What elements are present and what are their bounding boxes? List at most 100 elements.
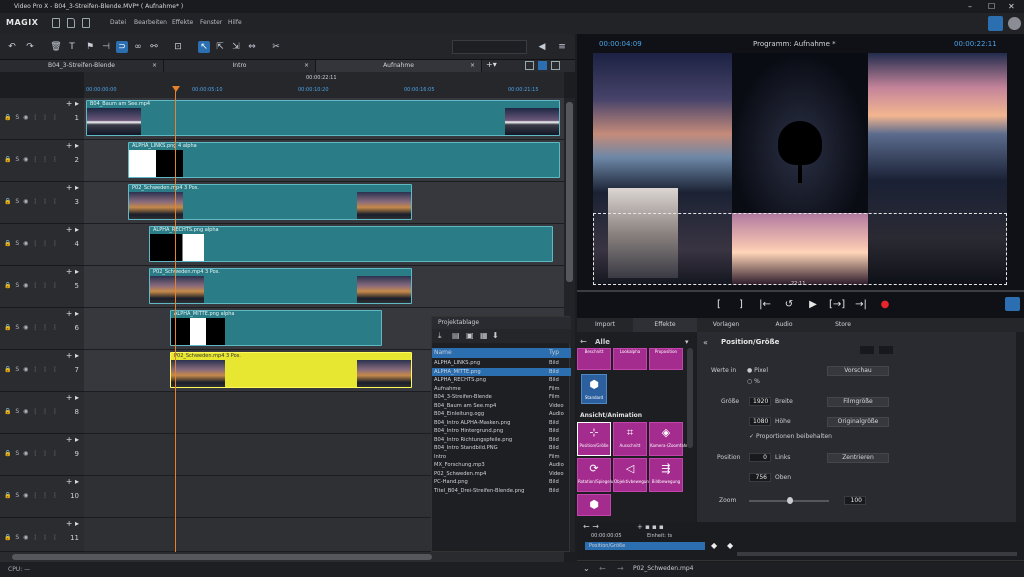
keyframe-scrollbar[interactable] bbox=[737, 552, 1017, 556]
track-header[interactable]: + ▸ 🔒 S ◉ ⋮ ⋮ ⋮ 1 bbox=[0, 98, 84, 140]
maximize-icon[interactable]: ☐ bbox=[988, 0, 995, 13]
mark-out-button[interactable]: ] bbox=[733, 299, 749, 310]
record-button[interactable]: ● bbox=[877, 299, 893, 310]
menu-datei[interactable]: Datei bbox=[110, 19, 126, 26]
project-bin-row[interactable]: B04_Intro Richtungspfeile.png Bild bbox=[432, 436, 571, 445]
menu-bearbeiten[interactable]: Bearbeiten bbox=[134, 19, 167, 26]
timeline-ruler[interactable]: 00:00:22:11 00:00:00:00 00:00:05:10 00:0… bbox=[84, 72, 564, 98]
effect-position-groesse[interactable]: ⊹ Position/Größe bbox=[577, 422, 611, 456]
add-icon[interactable]: + ▸ bbox=[66, 309, 79, 318]
col-name[interactable]: Name bbox=[434, 349, 452, 356]
collapse-icon[interactable]: « bbox=[703, 338, 708, 347]
effect-item[interactable]: Proposition bbox=[649, 348, 683, 370]
video-preview[interactable] bbox=[593, 53, 1007, 285]
links-input[interactable]: 0 bbox=[749, 453, 771, 462]
add-icon[interactable]: + ▸ bbox=[66, 267, 79, 276]
effect-kamera-zoomfahrt[interactable]: ◈ Kamera-/Zoomfahrt bbox=[649, 422, 689, 456]
playhead[interactable] bbox=[175, 86, 176, 552]
track-header[interactable]: + ▸ 🔒 S ◉ ⋮ ⋮ ⋮ 11 bbox=[0, 518, 84, 552]
tab-b04-3-streifen-blende[interactable]: B04_3-Streifen-Blende × bbox=[0, 60, 164, 72]
effect-standard[interactable]: ⬢ Standard bbox=[581, 374, 607, 404]
menu-hilfe[interactable]: Hilfe bbox=[228, 19, 242, 26]
effect-item[interactable]: Lookalpha bbox=[613, 348, 647, 370]
project-bin-row[interactable]: B04_Baum am See.mp4 Video bbox=[432, 402, 571, 411]
add-icon[interactable]: + ▸ bbox=[66, 477, 79, 486]
keyframe-diamond-icon[interactable]: ◆ bbox=[727, 541, 733, 550]
col-type[interactable]: Typ bbox=[549, 349, 559, 356]
next-marker-button[interactable]: →| bbox=[853, 299, 869, 310]
selection-frame[interactable] bbox=[593, 213, 1007, 285]
project-bin-row[interactable]: Titel_B04_Drei-Streifen-Blende.png Bild bbox=[432, 487, 571, 496]
track-lane[interactable]: P02_Schweden.mp4 3 Pos. bbox=[84, 266, 564, 308]
track-lane[interactable]: P02_Schweden.mp4 3 Pos. bbox=[84, 182, 564, 224]
percent-radio[interactable]: ○ % bbox=[747, 378, 760, 385]
undo-icon[interactable]: ↶ bbox=[6, 41, 18, 53]
move-down-icon[interactable]: ⬇ bbox=[492, 331, 499, 340]
tab-intro[interactable]: Intro × bbox=[164, 60, 316, 72]
nav-arrows-icon[interactable]: ← → bbox=[583, 522, 599, 531]
vorschau-button[interactable]: Vorschau bbox=[827, 366, 889, 376]
breite-input[interactable]: 1920 bbox=[749, 397, 771, 406]
magnet-icon[interactable]: ⊃ bbox=[116, 41, 128, 53]
proportionen-checkbox[interactable]: ✓ Proportionen beibehalten bbox=[749, 433, 832, 440]
track-header[interactable]: + ▸ 🔒 S ◉ ⋮ ⋮ ⋮ 5 bbox=[0, 266, 84, 308]
track-header[interactable]: + ▸ 🔒 S ◉ ⋮ ⋮ ⋮ 6 bbox=[0, 308, 84, 350]
scroll-thumb[interactable] bbox=[12, 554, 432, 560]
project-bin-row[interactable]: Aufnahme Film bbox=[432, 385, 571, 394]
tab-effekte[interactable]: Effekte bbox=[633, 318, 697, 332]
storyboard-mode-icon[interactable] bbox=[551, 61, 560, 70]
track-header[interactable]: + ▸ 🔒 S ◉ ⋮ ⋮ ⋮ 8 bbox=[0, 392, 84, 434]
add-tab-icon[interactable]: +▾ bbox=[486, 60, 497, 69]
track-controls[interactable]: 🔒 S ◉ ⋮ ⋮ ⋮ bbox=[4, 156, 59, 163]
range-pointer-icon[interactable]: ⇱ bbox=[214, 41, 226, 53]
settings-gear-icon[interactable] bbox=[1008, 17, 1021, 30]
track-controls[interactable]: 🔒 S ◉ ⋮ ⋮ ⋮ bbox=[4, 408, 59, 415]
project-bin-row[interactable]: B04_Einleitung.ogg Audio bbox=[432, 410, 571, 419]
hoehe-input[interactable]: 1080 bbox=[749, 417, 771, 426]
tab-import[interactable]: Import bbox=[577, 318, 633, 332]
project-bin-row[interactable]: PC-Hand.png Bild bbox=[432, 478, 571, 487]
close-tab-icon[interactable]: × bbox=[304, 60, 309, 72]
unlink-icon[interactable]: ⚯ bbox=[148, 41, 160, 53]
volume-icon[interactable]: ◀ bbox=[536, 41, 548, 53]
marker-icon[interactable]: ⚑ bbox=[84, 41, 96, 53]
track-header[interactable]: + ▸ 🔒 S ◉ ⋮ ⋮ ⋮ 2 bbox=[0, 140, 84, 182]
next-frame-button[interactable]: [→] bbox=[829, 299, 845, 310]
track-controls[interactable]: 🔒 S ◉ ⋮ ⋮ ⋮ bbox=[4, 534, 59, 541]
track-header[interactable]: + ▸ 🔒 S ◉ ⋮ ⋮ ⋮ 3 bbox=[0, 182, 84, 224]
chevron-down-icon[interactable]: ⌄ bbox=[583, 564, 590, 573]
project-bin-row[interactable]: ALPHA_LINKS.png Bild bbox=[432, 359, 571, 368]
project-bin-row[interactable]: B04_3-Streifen-Blende Film bbox=[432, 393, 571, 402]
effect-bildbewegung[interactable]: ⇶ Bildbewegung bbox=[649, 458, 683, 492]
video-clip[interactable]: B04_Baum am See.mp4 bbox=[86, 100, 560, 136]
mixer-icon[interactable]: ≡ bbox=[556, 41, 568, 53]
fullscreen-button[interactable] bbox=[1005, 297, 1020, 311]
add-icon[interactable]: + ▸ bbox=[66, 99, 79, 108]
mark-in-button[interactable]: [ bbox=[711, 299, 727, 310]
menu-effekte[interactable]: Effekte bbox=[172, 19, 193, 26]
track-controls[interactable]: 🔒 S ◉ ⋮ ⋮ ⋮ bbox=[4, 240, 59, 247]
razor-icon[interactable]: ✂ bbox=[270, 41, 282, 53]
kf-icons[interactable]: + ▪ ▪ ▪ bbox=[637, 523, 664, 531]
playhead-handle-icon[interactable] bbox=[172, 86, 180, 92]
add-icon[interactable]: + ▸ bbox=[66, 519, 79, 528]
track-controls[interactable]: 🔒 S ◉ ⋮ ⋮ ⋮ bbox=[4, 492, 59, 499]
pointer-icon[interactable]: ↖ bbox=[198, 41, 210, 53]
project-bin-row[interactable]: B04_Intro Standbild.PNG Bild bbox=[432, 444, 571, 453]
add-icon[interactable]: + ▸ bbox=[66, 183, 79, 192]
project-bin-row[interactable]: B04_Intro ALPHA-Masken.png Bild bbox=[432, 419, 571, 428]
play-button[interactable]: ▶ bbox=[805, 299, 821, 310]
effects-scrollbar[interactable] bbox=[687, 348, 693, 448]
scrub-icon[interactable]: ⇔ bbox=[246, 41, 258, 53]
image-clip[interactable]: ALPHA_MITTE.png alpha bbox=[170, 310, 382, 346]
image-clip[interactable]: ALPHA_LINKS.png 4 alpha bbox=[128, 142, 560, 178]
keyframe-track[interactable]: Position/Größe bbox=[585, 542, 705, 550]
tool-mode-button[interactable] bbox=[988, 16, 1003, 31]
project-bin-row[interactable]: Intro Film bbox=[432, 453, 571, 462]
track-header[interactable]: + ▸ 🔒 S ◉ ⋮ ⋮ ⋮ 4 bbox=[0, 224, 84, 266]
chevron-down-icon[interactable]: ▾ bbox=[685, 338, 689, 346]
cut-marker-icon[interactable]: ⊣ bbox=[100, 41, 112, 53]
new-file-icon[interactable] bbox=[52, 18, 60, 28]
effects-category[interactable]: Alle bbox=[595, 338, 610, 346]
keyframe-dropdown[interactable] bbox=[860, 346, 874, 354]
